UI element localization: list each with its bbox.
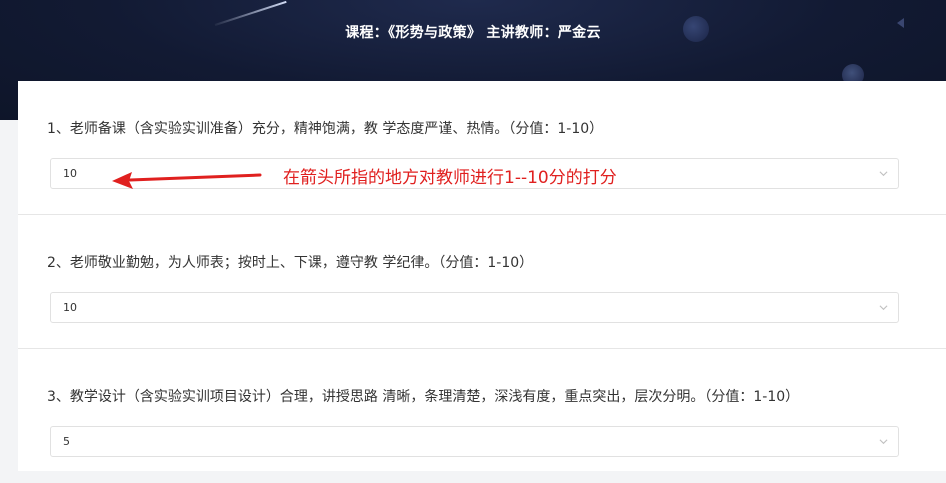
score-select[interactable]: 10: [50, 292, 899, 323]
score-select-value: 10: [63, 301, 77, 314]
page-background: [0, 120, 18, 471]
chevron-down-icon: [879, 439, 888, 445]
question-item: 2、老师敬业勤勉，为人师表；按时上、下课，遵守教 学纪律。（分值：1-10） 1…: [18, 215, 946, 349]
score-select-value: 10: [63, 167, 77, 180]
chevron-down-icon: [879, 171, 888, 177]
evaluation-form: 1、老师备课（含实验实训准备）充分，精神饱满，教 学态度严谨、热情。（分值：1-…: [18, 81, 946, 471]
question-item: 3、教学设计（含实验实训项目设计）合理，讲授思路 清晰，条理清楚，深浅有度，重点…: [18, 349, 946, 483]
question-item: 1、老师备课（含实验实训准备）充分，精神饱满，教 学态度严谨、热情。（分值：1-…: [18, 81, 946, 215]
question-text: 2、老师敬业勤勉，为人师表；按时上、下课，遵守教 学纪律。（分值：1-10）: [47, 255, 534, 271]
annotation-text: 在箭头所指的地方对教师进行1--10分的打分: [283, 168, 617, 188]
red-arrow-icon: [112, 172, 262, 189]
course-title: 课程：《形势与政策》 主讲教师：严金云: [345, 25, 601, 41]
chevron-down-icon: [879, 305, 888, 311]
question-text: 1、老师备课（含实验实训准备）充分，精神饱满，教 学态度严谨、热情。（分值：1-…: [47, 121, 604, 137]
question-text: 3、教学设计（含实验实训项目设计）合理，讲授思路 清晰，条理清楚，深浅有度，重点…: [47, 389, 800, 405]
score-select-value: 5: [63, 435, 70, 448]
score-select[interactable]: 5: [50, 426, 899, 457]
